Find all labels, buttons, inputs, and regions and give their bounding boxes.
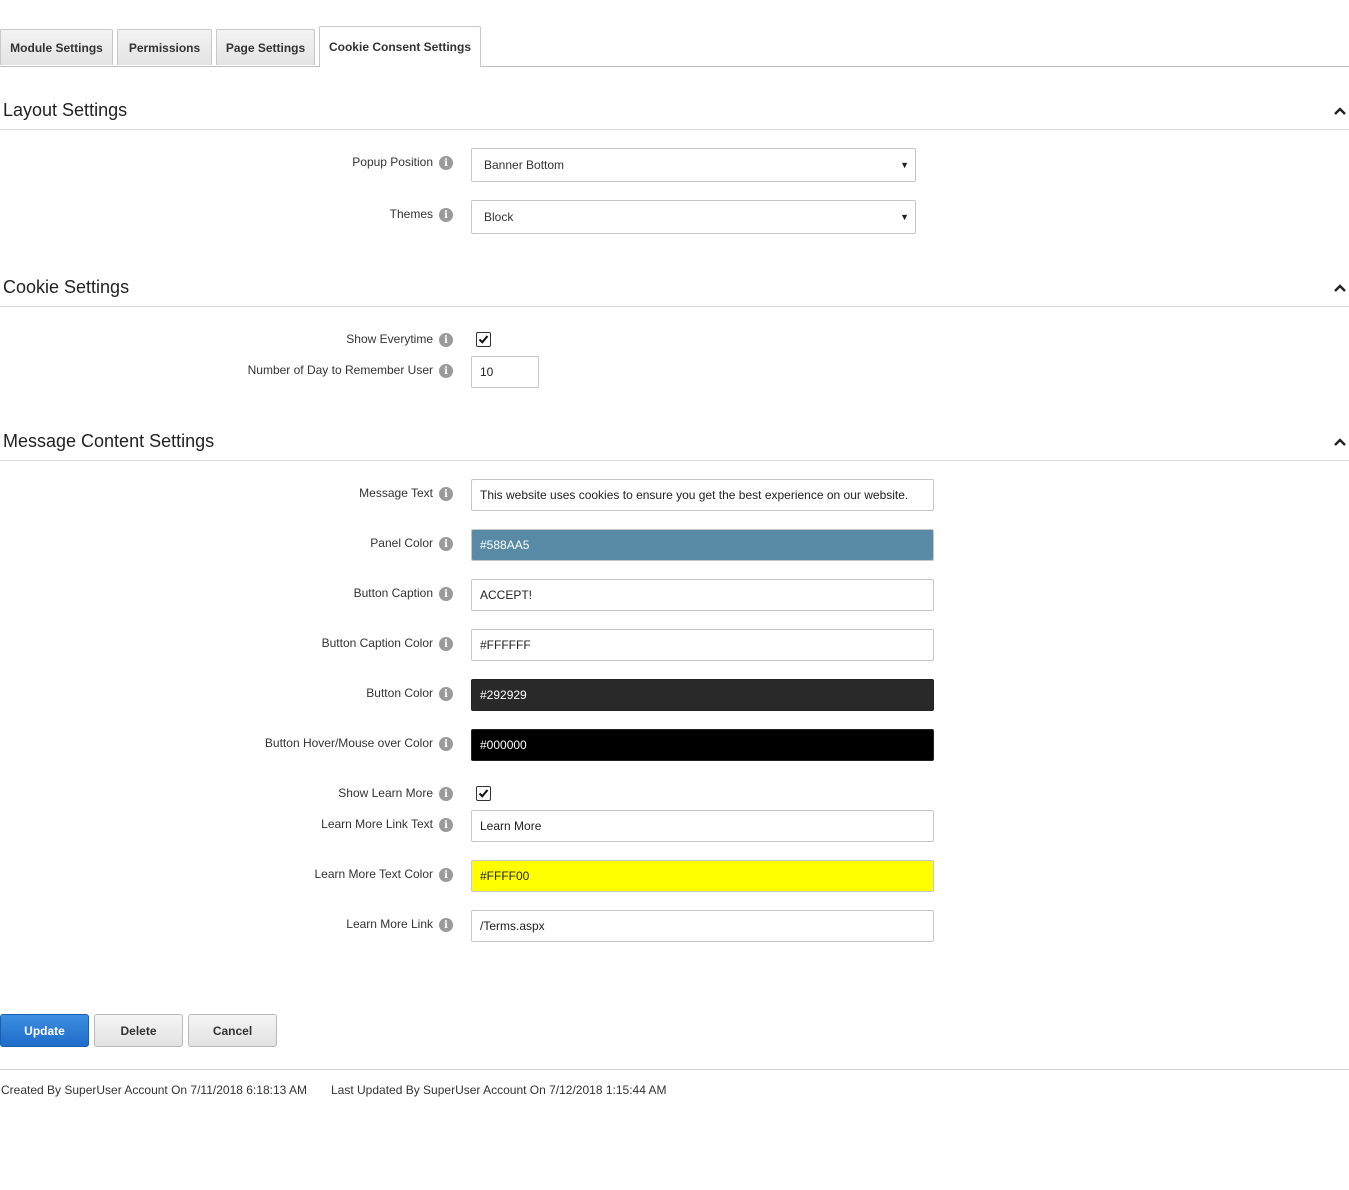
label-popup-position: Popup Position <box>352 155 433 169</box>
info-icon[interactable]: i <box>439 687 453 701</box>
tab-baseline <box>0 66 1349 67</box>
days-remember-input[interactable]: 10 <box>471 356 539 388</box>
tab-module-settings[interactable]: Module Settings <box>0 29 113 65</box>
label-button-caption: Button Caption <box>353 586 433 600</box>
button-color-input[interactable]: #292929 <box>471 679 934 711</box>
learn-more-link-text-value: Learn More <box>480 819 542 833</box>
label-show-everytime: Show Everytime <box>346 332 433 346</box>
show-learn-more-checkbox[interactable] <box>476 786 491 801</box>
section-title: Message Content Settings <box>3 431 215 451</box>
panel-color-input[interactable]: #588AA5 <box>471 529 934 561</box>
button-hover-color-value: #000000 <box>480 738 527 752</box>
learn-more-link-value: /Terms.aspx <box>480 919 545 933</box>
label-learn-more-link-text: Learn More Link Text <box>321 817 433 831</box>
message-text-input[interactable]: This website uses cookies to ensure you … <box>471 479 934 511</box>
label-button-color: Button Color <box>366 686 433 700</box>
label-show-learn-more: Show Learn More <box>338 786 433 800</box>
checkmark-icon <box>478 335 489 344</box>
learn-more-text-color-value: #FFFF00 <box>480 869 530 883</box>
section-message-content-settings[interactable]: Message Content Settings <box>0 431 1349 461</box>
show-everytime-checkbox[interactable] <box>476 332 491 347</box>
info-icon[interactable]: i <box>439 208 453 222</box>
checkmark-icon <box>478 789 489 798</box>
section-cookie-settings[interactable]: Cookie Settings <box>0 277 1349 307</box>
info-icon[interactable]: i <box>439 364 453 378</box>
chevron-up-icon[interactable] <box>1333 281 1347 295</box>
panel-color-value: #588AA5 <box>480 538 530 552</box>
button-color-value: #292929 <box>480 688 527 702</box>
section-layout-settings[interactable]: Layout Settings <box>0 100 1349 130</box>
label-days-remember: Number of Day to Remember User <box>247 363 433 377</box>
label-message-text: Message Text <box>359 486 433 500</box>
dropdown-arrow-icon: ▼ <box>900 212 909 222</box>
button-hover-color-input[interactable]: #000000 <box>471 729 934 761</box>
label-panel-color: Panel Color <box>370 536 433 550</box>
learn-more-link-text-input[interactable]: Learn More <box>471 810 934 842</box>
info-icon[interactable]: i <box>439 537 453 551</box>
info-icon[interactable]: i <box>439 868 453 882</box>
section-title: Cookie Settings <box>3 277 130 297</box>
button-caption-color-input[interactable]: #FFFFFF <box>471 629 934 661</box>
info-icon[interactable]: i <box>439 487 453 501</box>
learn-more-link-input[interactable]: /Terms.aspx <box>471 910 934 942</box>
themes-value: Block <box>484 210 514 224</box>
footer-divider <box>0 1069 1349 1070</box>
info-icon[interactable]: i <box>439 587 453 601</box>
divider <box>0 129 1349 130</box>
info-icon[interactable]: i <box>439 156 453 170</box>
chevron-up-icon[interactable] <box>1333 435 1347 449</box>
info-icon[interactable]: i <box>439 818 453 832</box>
tab-page-settings[interactable]: Page Settings <box>216 29 315 65</box>
label-button-caption-color: Button Caption Color <box>321 636 433 650</box>
learn-more-text-color-input[interactable]: #FFFF00 <box>471 860 934 892</box>
button-caption-input[interactable]: ACCEPT! <box>471 579 934 611</box>
popup-position-value: Banner Bottom <box>484 158 565 172</box>
created-by-text: Created By SuperUser Account On 7/11/201… <box>1 1083 307 1097</box>
info-icon[interactable]: i <box>439 787 453 801</box>
info-icon[interactable]: i <box>439 918 453 932</box>
info-icon[interactable]: i <box>439 737 453 751</box>
themes-select[interactable]: Block ▼ <box>471 200 916 234</box>
button-caption-value: ACCEPT! <box>480 588 533 602</box>
chevron-up-icon[interactable] <box>1333 104 1347 118</box>
divider <box>0 306 1349 307</box>
divider <box>0 460 1349 461</box>
popup-position-select[interactable]: Banner Bottom ▼ <box>471 148 916 182</box>
info-icon[interactable]: i <box>439 333 453 347</box>
update-button[interactable]: Update <box>0 1014 89 1047</box>
info-icon[interactable]: i <box>439 637 453 651</box>
days-remember-value: 10 <box>480 365 494 379</box>
label-learn-more-link: Learn More Link <box>346 917 433 931</box>
tab-bar: Module Settings Permissions Page Setting… <box>0 26 1349 67</box>
button-caption-color-value: #FFFFFF <box>480 638 531 652</box>
dropdown-arrow-icon: ▼ <box>900 160 909 170</box>
label-button-hover-color: Button Hover/Mouse over Color <box>264 736 433 750</box>
message-text-value: This website uses cookies to ensure you … <box>480 488 909 502</box>
last-updated-text: Last Updated By SuperUser Account On 7/1… <box>331 1083 667 1097</box>
delete-button[interactable]: Delete <box>94 1014 183 1047</box>
label-learn-more-text-color: Learn More Text Color <box>314 867 434 881</box>
cancel-button[interactable]: Cancel <box>188 1014 277 1047</box>
label-themes: Themes <box>389 207 433 221</box>
tab-permissions[interactable]: Permissions <box>117 29 212 65</box>
tab-cookie-consent-settings[interactable]: Cookie Consent Settings <box>319 26 481 67</box>
section-title: Layout Settings <box>3 100 128 120</box>
